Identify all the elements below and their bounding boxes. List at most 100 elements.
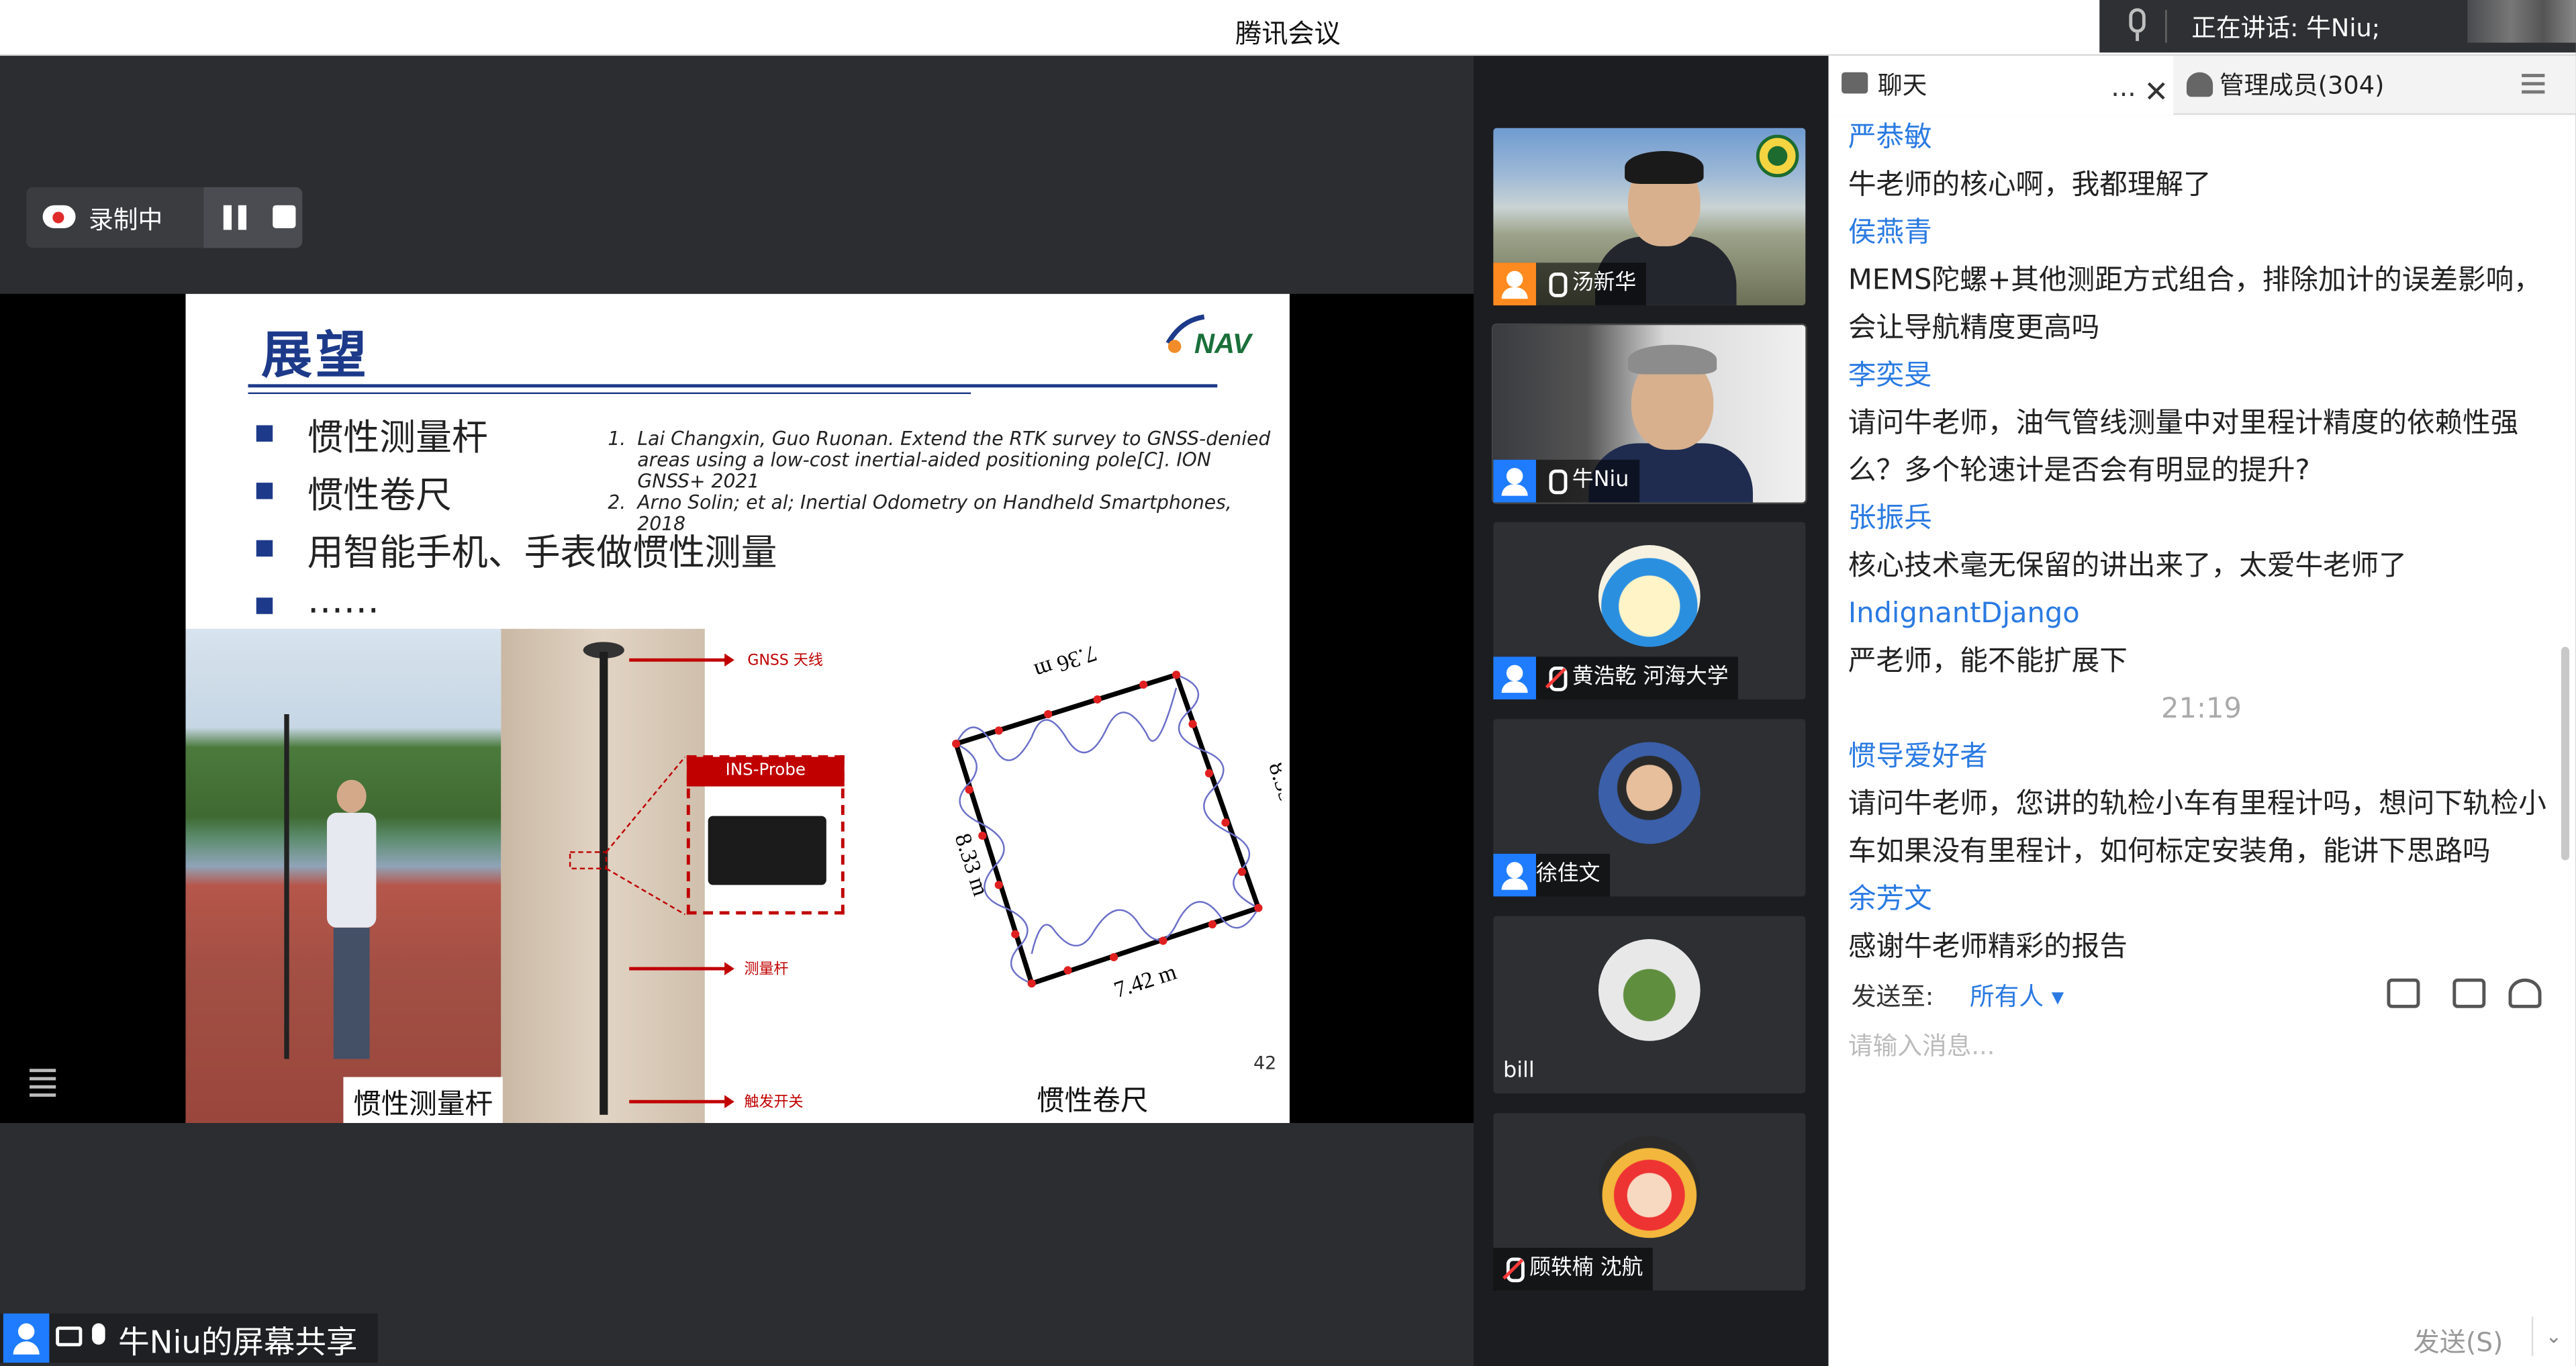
chat-message: 张振兵 核心技术毫无保留的讲出来了，太爱牛老师了 bbox=[1848, 496, 2555, 591]
pause-recording-button[interactable] bbox=[223, 205, 247, 230]
message-text: 感谢牛老师精彩的报告 bbox=[1848, 930, 2128, 964]
message-sender: 惯导爱好者 bbox=[1848, 740, 1988, 774]
participant-gallery: 汤新华 牛Niu 黄浩乾 河海大学 徐佳文 bill 顾轶楠 沈航 bbox=[1473, 56, 1829, 1366]
gnss-antenna-label: GNSS 天线 bbox=[747, 653, 823, 670]
person-icon bbox=[2186, 72, 2213, 97]
participant-tile[interactable]: 黄浩乾 河海大学 bbox=[1493, 522, 1806, 699]
ins-callout-lines bbox=[569, 756, 686, 916]
trigger-label: 触发开关 bbox=[744, 1095, 804, 1112]
participant-name: bill bbox=[1503, 1059, 1535, 1084]
participant-tile[interactable]: 顾轶楠 沈航 bbox=[1493, 1113, 1806, 1291]
message-text: 请问牛老师，油气管线测量中对里程计精度的依赖性强么？多个轮速计是否会有明显的提升… bbox=[1848, 407, 2519, 488]
side-tabs: 聊天 ··· ✕ 管理成员(304) bbox=[1828, 56, 2576, 115]
chat-message: 严恭敏 牛老师的核心啊，我都理解了 bbox=[1848, 115, 2555, 210]
screen-share-label: 牛Niu的屏幕共享 bbox=[118, 1324, 358, 1361]
chat-message: IndignantDjango 严老师，能不能扩展下 bbox=[1848, 591, 2555, 687]
svg-text:NAV: NAV bbox=[1194, 328, 1253, 359]
send-to-row: 发送至: 所有人 ▾ bbox=[1852, 979, 2064, 1013]
participant-name: 顾轶楠 沈航 bbox=[1529, 1256, 1643, 1281]
time-separator: 21:19 bbox=[2161, 693, 2242, 726]
message-text: 核心技术毫无保留的讲出来了，太爱牛老师了 bbox=[1848, 550, 2407, 583]
user-avatar-icon bbox=[3, 1313, 50, 1363]
tab-chat[interactable]: 聊天 ··· ✕ bbox=[1828, 56, 2174, 115]
message-text: MEMS陀螺+其他测距方式组合，排除加计的误差影响，会让导航精度更高吗 bbox=[1848, 264, 2542, 345]
participant-tile[interactable]: 徐佳文 bbox=[1493, 719, 1806, 897]
screen-share-label-bar: 牛Niu的屏幕共享 bbox=[0, 1313, 378, 1363]
message-input[interactable]: 请输入消息... bbox=[1848, 1028, 2538, 1062]
microphone-icon bbox=[1536, 460, 1572, 503]
speaking-text: 正在讲话: 牛Niu; bbox=[2191, 13, 2381, 43]
chat-scrollbar[interactable] bbox=[2561, 646, 2570, 861]
muted-microphone-icon bbox=[1536, 656, 1572, 699]
announcement-icon[interactable] bbox=[2452, 978, 2486, 1008]
dimension-top: 7.36 m bbox=[1031, 645, 1100, 684]
muted-microphone-icon bbox=[1493, 1248, 1529, 1291]
send-options-chevron-icon[interactable]: ⌄ bbox=[2531, 1316, 2575, 1357]
user-avatar-icon bbox=[1493, 656, 1536, 699]
dimension-bottom: 7.42 m bbox=[1111, 959, 1180, 1003]
cartoon-avatar bbox=[1598, 545, 1701, 647]
caption-right: 惯性卷尺 bbox=[1027, 1073, 1159, 1122]
cartoon-avatar bbox=[1598, 1136, 1701, 1238]
message-sender: IndignantDjango bbox=[1848, 597, 2080, 631]
caption-left: 惯性测量杆 bbox=[343, 1077, 503, 1123]
user-avatar-icon bbox=[1493, 262, 1536, 305]
photo-avatar bbox=[1598, 742, 1701, 844]
user-avatar-icon bbox=[1493, 853, 1536, 897]
reference-1: 1. Lai Changxin, Guo Ruonan. Extend the R… bbox=[608, 426, 1271, 493]
user-settings-icon[interactable] bbox=[2508, 978, 2542, 1008]
reference-2: 2. Arno Solin; et al; Inertial Odometry o… bbox=[608, 491, 1232, 536]
microphone-icon bbox=[92, 1323, 105, 1345]
folder-icon[interactable] bbox=[2387, 978, 2420, 1008]
participant-tile[interactable]: 汤新华 bbox=[1493, 128, 1806, 305]
list-menu-icon[interactable] bbox=[19, 1064, 56, 1097]
participant-name: 黄浩乾 河海大学 bbox=[1572, 665, 1729, 690]
caret-down-icon: ▾ bbox=[2051, 981, 2064, 1012]
participant-tile[interactable]: 牛Niu bbox=[1493, 325, 1806, 503]
recording-label: 录制中 bbox=[89, 205, 163, 235]
dimension-right: 8.35 m bbox=[1263, 759, 1282, 828]
page-number: 42 bbox=[1253, 1052, 1277, 1074]
chat-message: 侯燕青 MEMS陀螺+其他测距方式组合，排除加计的误差影响，会让导航精度更高吗 bbox=[1848, 210, 2555, 353]
chat-message: 余芳文 感谢牛老师精彩的报告 bbox=[1848, 877, 2555, 972]
message-text: 牛老师的核心啊，我都理解了 bbox=[1848, 168, 2211, 202]
microphone-icon bbox=[2129, 8, 2146, 33]
recording-bar: 录制中 bbox=[26, 187, 303, 248]
message-text: 严老师，能不能扩展下 bbox=[1848, 645, 2128, 679]
message-sender: 侯燕青 bbox=[1848, 216, 1932, 250]
tab-members[interactable]: 管理成员(304) bbox=[2173, 56, 2551, 115]
hamburger-menu-icon[interactable] bbox=[2522, 74, 2545, 94]
chat-toolbar bbox=[2384, 975, 2565, 1015]
chat-message: 惯导爱好者 请问牛老师，您讲的轨检小车有里程计吗，想问下轨检小车如果没有里程计，… bbox=[1848, 734, 2555, 877]
send-button[interactable]: 发送(S) bbox=[2414, 1320, 2503, 1360]
university-emblem bbox=[1756, 134, 1799, 178]
slide-title: 展望 bbox=[261, 326, 370, 386]
message-sender: 张振兵 bbox=[1848, 502, 1932, 536]
chat-message-list: 严恭敏 牛老师的核心啊，我都理解了 侯燕青 MEMS陀螺+其他测距方式组合，排除… bbox=[1848, 115, 2555, 1018]
message-text: 请问牛老师，您讲的轨检小车有里程计吗，想问下轨检小车如果没有里程计，如何标定安装… bbox=[1848, 788, 2546, 869]
chat-message: 李奕旻 请问牛老师，油气管线测量中对里程计精度的依赖性强么？多个轮速计是否会有明… bbox=[1848, 353, 2555, 496]
microphone-icon bbox=[1536, 262, 1572, 305]
stop-recording-button[interactable] bbox=[273, 205, 296, 228]
pole-label: 测量杆 bbox=[744, 962, 789, 979]
trajectory-diagram: 7.36 m 8.35 m 8.33 m 7.42 m bbox=[950, 645, 1282, 1003]
ins-probe-label: INS-Probe bbox=[686, 757, 845, 787]
shared-screen-stage: 录制中 展望 NAV 惯性测量杆 惯性卷尺 用智能手机、手表做惯性测量 …… 1… bbox=[0, 56, 1474, 1366]
participant-name: 汤新华 bbox=[1572, 271, 1637, 296]
field-photo bbox=[185, 628, 502, 1123]
blurred-region bbox=[2467, 0, 2576, 43]
inav-logo: NAV bbox=[1165, 314, 1253, 359]
ins-device bbox=[708, 816, 826, 885]
dinosaur-avatar bbox=[1598, 939, 1701, 1041]
speaking-indicator: 正在讲话: 牛Niu; bbox=[2099, 0, 2576, 53]
message-sender: 李奕旻 bbox=[1848, 359, 1932, 393]
screen-share-icon bbox=[56, 1326, 83, 1347]
message-sender: 严恭敏 bbox=[1848, 121, 1932, 154]
participant-tile[interactable]: bill bbox=[1493, 916, 1806, 1093]
cloud-record-icon bbox=[42, 205, 76, 228]
message-sender: 余芳文 bbox=[1848, 883, 1932, 916]
chat-panel: 聊天 ··· ✕ 管理成员(304) 严恭敏 牛老师的核心啊，我都理解了 侯燕青… bbox=[1828, 56, 2576, 1366]
participant-name: 牛Niu bbox=[1572, 468, 1629, 493]
recipient-dropdown[interactable]: 所有人 ▾ bbox=[1970, 979, 2064, 1013]
person-figure bbox=[324, 779, 379, 1075]
